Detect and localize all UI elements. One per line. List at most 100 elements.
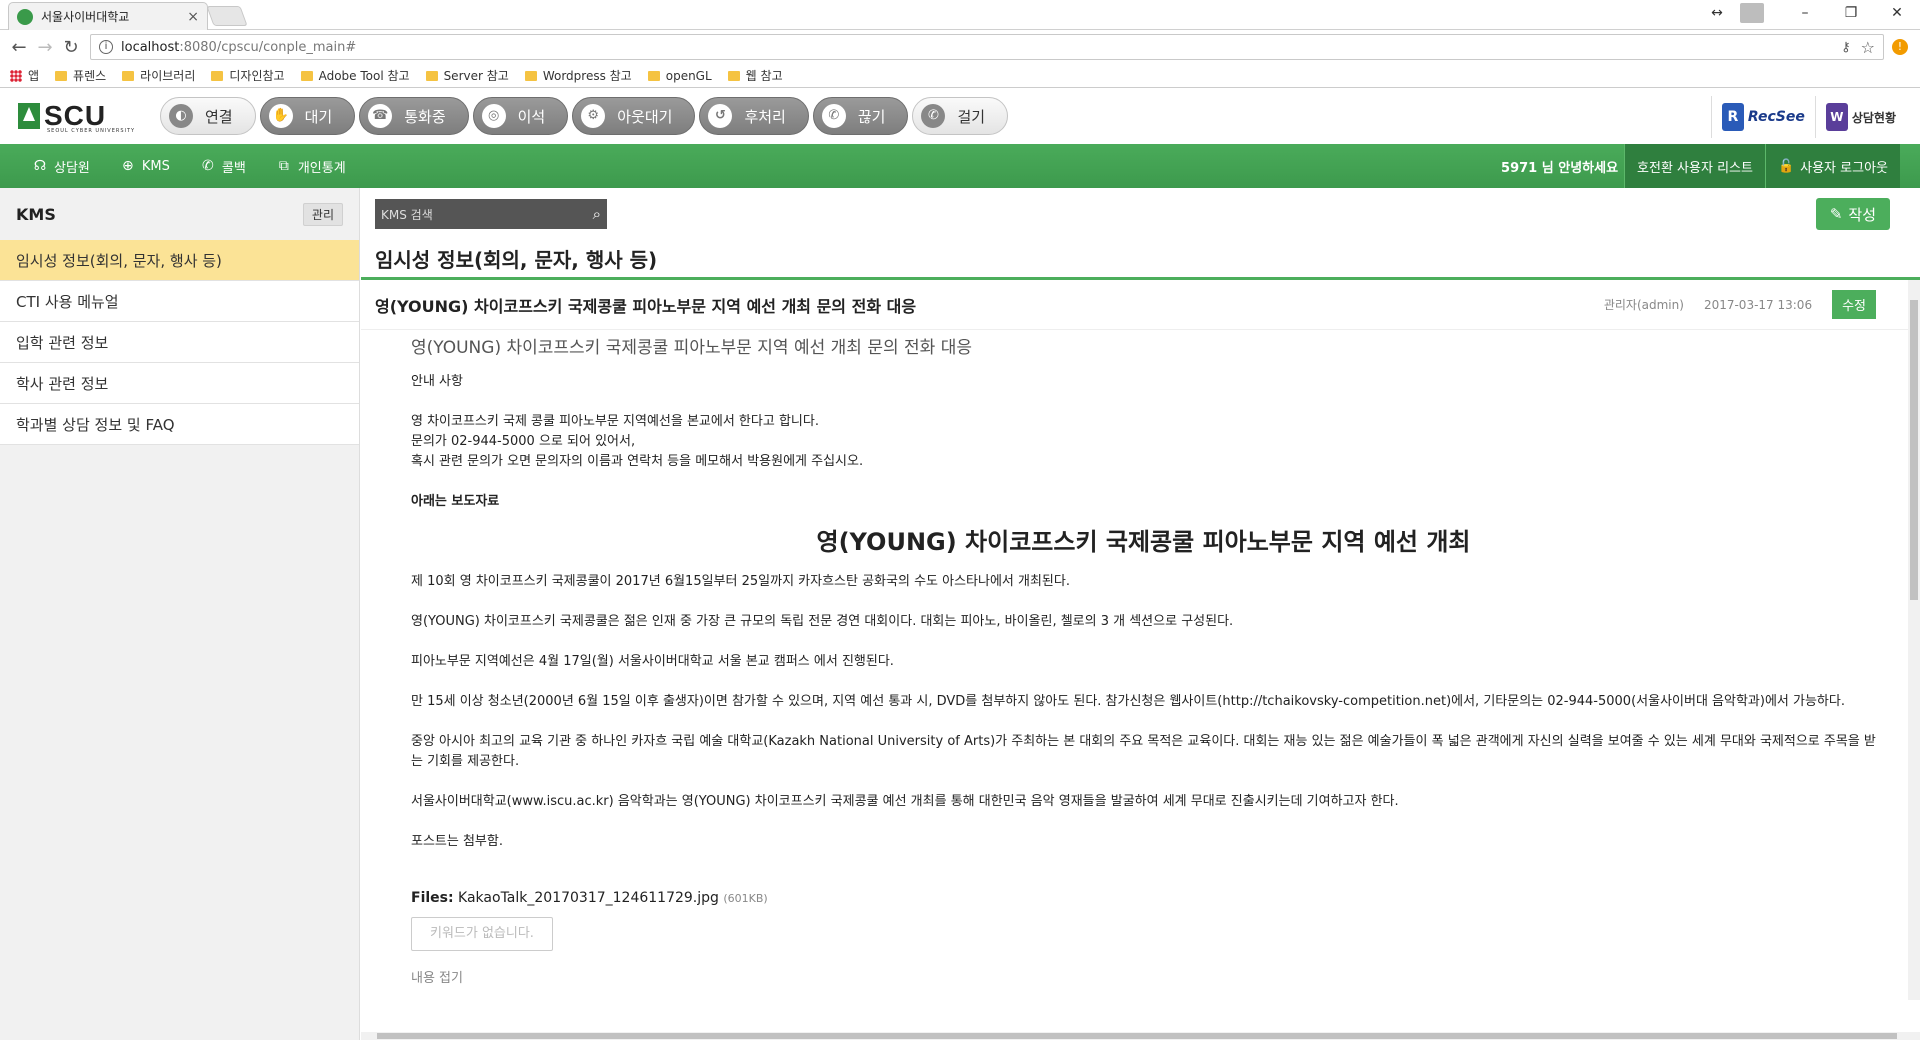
cti-button-label: 아웃대기 xyxy=(617,107,673,126)
bookmark-item[interactable]: 라이브러리 xyxy=(122,67,195,84)
close-window-button[interactable]: ✕ xyxy=(1874,5,1920,21)
maximize-button[interactable]: ❐ xyxy=(1828,5,1874,21)
notice-block: 영 차이코프스키 국제 콩쿨 피아노부문 지역예선을 본교에서 한다고 합니다.… xyxy=(411,412,1876,472)
consult-status-icon: W xyxy=(1825,103,1848,131)
bookmark-star-icon[interactable]: ☆ xyxy=(1861,38,1875,57)
back-icon[interactable]: ← xyxy=(6,37,32,58)
nav-user-area: 5971 님 안녕하세요 호전환 사용자 리스트 🔓 사용자 로그아웃 xyxy=(1501,144,1900,188)
nav-agent[interactable]: ☊ 상담원 xyxy=(32,157,90,176)
keyword-button[interactable]: 키워드가 없습니다. xyxy=(411,917,553,951)
browser-tabstrip: 서울사이버대학교 × ↔ – ❐ ✕ xyxy=(0,0,1920,30)
folder-icon xyxy=(55,70,68,81)
category-title: 임시성 정보(회의, 문자, 행사 등) xyxy=(361,240,1920,280)
sidebar-item-academic-info[interactable]: 학사 관련 정보 xyxy=(0,363,359,404)
user-list-button[interactable]: 호전환 사용자 리스트 xyxy=(1624,144,1765,188)
sidebar-item-temporary-info[interactable]: 임시성 정보(회의, 문자, 행사 등) xyxy=(0,240,359,281)
bookmark-item[interactable]: Adobe Tool 참고 xyxy=(300,67,410,84)
reload-icon[interactable]: ↻ xyxy=(58,37,84,58)
partner-logos: R RecSee W 상담현황 xyxy=(1710,96,1906,138)
folder-icon xyxy=(211,70,224,81)
cti-wait-button[interactable]: ✋ 대기 xyxy=(259,97,356,135)
cti-away-button[interactable]: ◎ 이석 xyxy=(472,97,569,135)
browser-tab[interactable]: 서울사이버대학교 × xyxy=(8,2,208,30)
cti-postprocess-button[interactable]: ↺ 후처리 xyxy=(699,97,809,135)
bookmark-item[interactable]: Server 참고 xyxy=(425,67,509,84)
bookmark-item[interactable]: openGL xyxy=(647,69,712,83)
recsee-label: RecSee xyxy=(1747,109,1805,125)
nav-callback[interactable]: ✆ 콜백 xyxy=(200,157,246,176)
horizontal-scrollbar[interactable] xyxy=(361,1032,1920,1040)
press-paragraph: 영(YOUNG) 차이코프스키 국제콩쿨은 젊은 인재 중 가장 큰 규모의 독… xyxy=(411,614,1234,629)
scu-logo[interactable]: SCU SEOUL CYBER UNIVERSITY xyxy=(18,99,138,134)
bookmark-item[interactable]: 퓨렌스 xyxy=(55,67,106,84)
bookmark-item[interactable]: 디자인참고 xyxy=(211,67,285,84)
search-placeholder: KMS 검색 xyxy=(381,207,433,222)
dial-icon: ✆ xyxy=(921,104,946,128)
vertical-scrollbar[interactable] xyxy=(1908,280,1920,1000)
folder-icon xyxy=(647,70,660,81)
manage-button[interactable]: 관리 xyxy=(302,202,343,226)
edit-button[interactable]: 수정 xyxy=(1832,290,1876,319)
sidebar-item-cti-manual[interactable]: CTI 사용 메뉴얼 xyxy=(0,281,359,322)
site-info-icon[interactable]: i xyxy=(99,40,113,54)
sidebar-title: KMS xyxy=(16,204,56,224)
url-input[interactable]: i localhost:8080/cpscu/conple_main# ⚷ ☆ xyxy=(90,34,1884,60)
minimize-button[interactable]: – xyxy=(1782,5,1828,21)
scroll-thumb[interactable] xyxy=(377,1033,1897,1039)
press-paragraph: 포스트는 첨부함. xyxy=(411,834,503,849)
cti-dial-button[interactable]: ✆ 걸기 xyxy=(912,97,1009,135)
profile-icon[interactable] xyxy=(1740,3,1764,23)
pencil-icon: ✎ xyxy=(1829,205,1843,223)
cti-button-label: 대기 xyxy=(304,107,333,126)
article-header: 영(YOUNG) 차이코프스키 국제콩쿨 피아노부문 지역 예선 개최 문의 전… xyxy=(361,280,1920,330)
cti-button-label: 걸기 xyxy=(957,107,986,126)
folder-icon xyxy=(524,70,537,81)
write-button[interactable]: ✎ 작성 xyxy=(1815,198,1890,230)
cti-oncall-button[interactable]: ☎ 통화중 xyxy=(359,97,469,135)
cti-connect-button[interactable]: ◐ 연결 xyxy=(160,97,256,135)
away-icon: ◎ xyxy=(481,104,506,128)
search-icon[interactable]: ⌕ xyxy=(593,205,601,223)
notice-line: 영 차이코프스키 국제 콩쿨 피아노부문 지역예선을 본교에서 한다고 합니다. xyxy=(411,414,819,429)
cti-hangup-button[interactable]: ✆ 끊기 xyxy=(812,97,909,135)
press-paragraph: 만 15세 이상 청소년(2000년 6월 15일 이후 출생자)이면 참가할 … xyxy=(411,694,1845,709)
apps-grid-icon xyxy=(10,69,22,82)
bookmark-label: 라이브러리 xyxy=(140,69,196,83)
bookmark-item[interactable]: Wordpress 참고 xyxy=(524,67,632,84)
cti-outwait-button[interactable]: ⚙ 아웃대기 xyxy=(572,97,696,135)
nav-kms[interactable]: ⊕ KMS xyxy=(120,158,170,174)
nav-label: KMS xyxy=(141,158,170,174)
logout-button[interactable]: 🔓 사용자 로그아웃 xyxy=(1764,144,1900,188)
kms-search-input[interactable]: KMS 검색 ⌕ xyxy=(375,199,607,229)
bookmark-label: Wordpress 참고 xyxy=(542,69,632,83)
main-content: KMS 검색 ⌕ ✎ 작성 임시성 정보(회의, 문자, 행사 등) 영(YOUN… xyxy=(361,188,1920,1040)
url-path: :8080/cpscu/conple_main# xyxy=(179,39,357,55)
url-host: localhost xyxy=(121,39,180,55)
new-tab-button[interactable] xyxy=(206,6,248,26)
sidebar-item-admission-info[interactable]: 입학 관련 정보 xyxy=(0,322,359,363)
attachment-link[interactable]: KakaoTalk_20170317_124611729.jpg xyxy=(458,890,719,906)
key-icon[interactable]: ⚷ xyxy=(1841,40,1851,55)
consult-status-logo[interactable]: W 상담현황 xyxy=(1814,96,1906,138)
sidebar-item-department-faq[interactable]: 학과별 상담 정보 및 FAQ xyxy=(0,404,359,445)
hangup-icon: ✆ xyxy=(821,104,846,128)
unlock-icon: 🔓 xyxy=(1777,158,1795,174)
notice-line: 혹시 관련 문의가 오면 문의자의 이름과 연락처 등을 메모해서 박용원에게 … xyxy=(411,454,864,469)
update-alert-icon[interactable]: ! xyxy=(1892,39,1908,55)
attachment-row: Files: KakaoTalk_20170317_124611729.jpg … xyxy=(411,888,1876,909)
scu-mark-icon xyxy=(18,103,40,129)
oncall-icon: ☎ xyxy=(368,104,393,128)
forward-icon[interactable]: → xyxy=(32,37,58,58)
nav-stats[interactable]: ⧉ 개인통계 xyxy=(276,157,346,176)
recsee-logo[interactable]: R RecSee xyxy=(1710,96,1815,138)
bookmark-apps[interactable]: 앱 xyxy=(10,67,39,84)
bookmark-label: 웹 참고 xyxy=(745,69,783,83)
callback-icon: ✆ xyxy=(202,158,214,174)
window-controls: ↔ – ❐ ✕ xyxy=(1694,0,1920,26)
cti-button-group: ◐ 연결 ✋ 대기 ☎ 통화중 ◎ 이석 ⚙ 아웃대기 ↺ 후처리 ✆ 끊기 ✆ 걸기 xyxy=(160,97,1012,135)
bookmark-item[interactable]: 웹 참고 xyxy=(727,67,783,84)
fold-content-link[interactable]: 내용 접기 xyxy=(411,969,1876,989)
tab-close-icon[interactable]: × xyxy=(187,9,199,25)
scroll-thumb[interactable] xyxy=(1910,300,1918,600)
resize-icon[interactable]: ↔ xyxy=(1694,5,1740,21)
